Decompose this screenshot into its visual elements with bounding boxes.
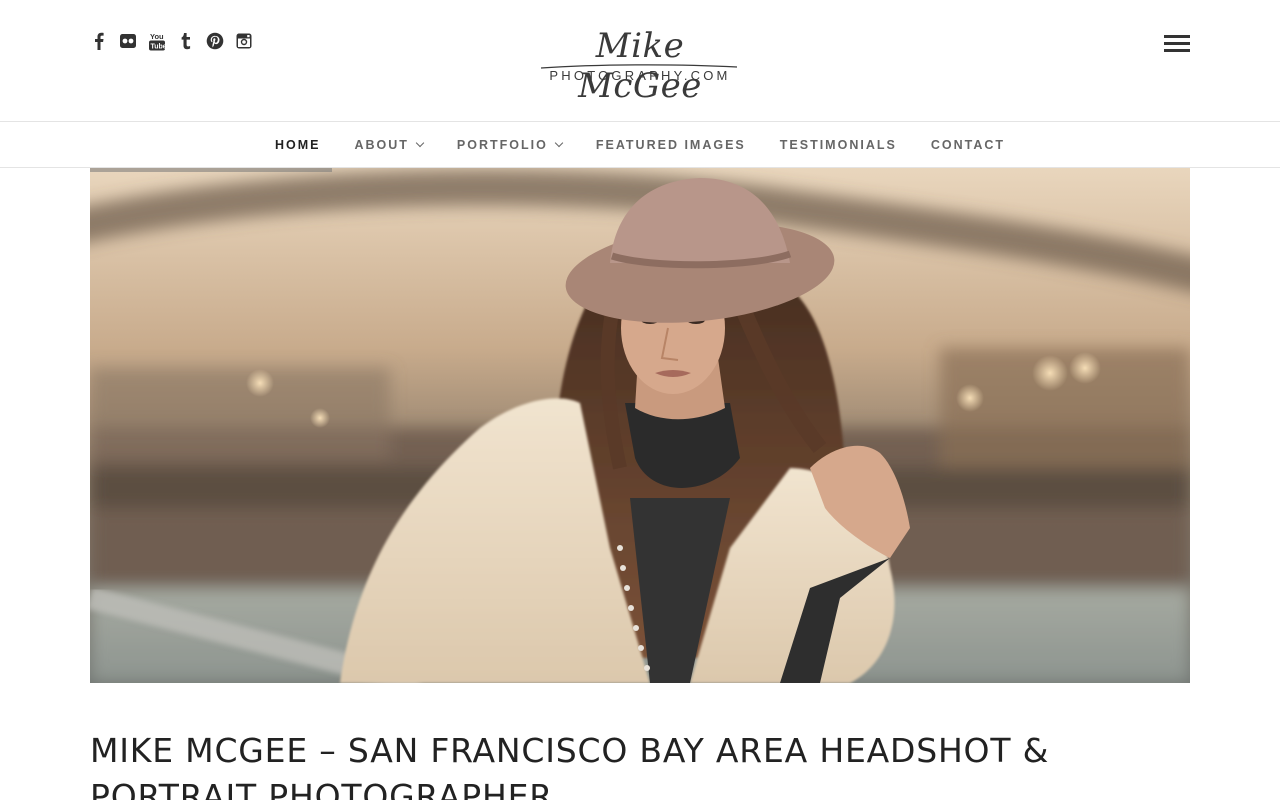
social-links: You Tube: [88, 30, 262, 52]
svg-text:You: You: [150, 32, 164, 41]
nav-item-featured-images[interactable]: FEATURED IMAGES: [596, 138, 746, 152]
nav-item-contact[interactable]: CONTACT: [931, 138, 1005, 152]
flickr-icon[interactable]: [117, 30, 139, 52]
nav-item-label: PORTFOLIO: [456, 137, 548, 152]
facebook-icon[interactable]: [88, 30, 110, 52]
instagram-icon[interactable]: [233, 30, 255, 52]
svg-text:Tube: Tube: [151, 44, 166, 51]
chevron-down-icon: [554, 138, 564, 147]
menu-toggle-icon[interactable]: [1164, 35, 1190, 53]
nav-item-label: TESTIMONIALS: [779, 137, 897, 152]
nav-item-home[interactable]: HOME: [275, 138, 321, 152]
page-title: MIKE MCGEE – SAN FRANCISCO BAY AREA HEAD…: [90, 731, 1050, 800]
site-logo[interactable]: Mike McGee PHOTOGRAPHY.COM: [533, 26, 747, 106]
main-nav: HOME ABOUT PORTFOLIO FEATURED IMAGES TES…: [0, 121, 1280, 168]
portrait-photo: [90, 168, 1190, 683]
nav-item-testimonials[interactable]: TESTIMONIALS: [780, 138, 897, 152]
nav-item-label: ABOUT: [354, 137, 409, 152]
chevron-down-icon: [415, 138, 425, 147]
nav-item-label: CONTACT: [930, 137, 1006, 152]
nav-item-label: HOME: [274, 137, 321, 152]
slider-progress-bar: [90, 168, 332, 172]
nav-item-label: FEATURED IMAGES: [595, 137, 746, 152]
pinterest-icon[interactable]: [204, 30, 226, 52]
hero-slider-image[interactable]: [90, 168, 1190, 683]
nav-item-portfolio[interactable]: PORTFOLIO: [456, 137, 564, 152]
nav-item-about[interactable]: ABOUT: [354, 137, 425, 152]
site-header: You Tube Mike McGee PHOTOGRAPHY.COM: [0, 0, 1280, 121]
logo-subtext: PHOTOGRAPHY.COM: [549, 68, 731, 83]
tumblr-icon[interactable]: [175, 30, 197, 52]
youtube-icon[interactable]: You Tube: [146, 30, 168, 52]
